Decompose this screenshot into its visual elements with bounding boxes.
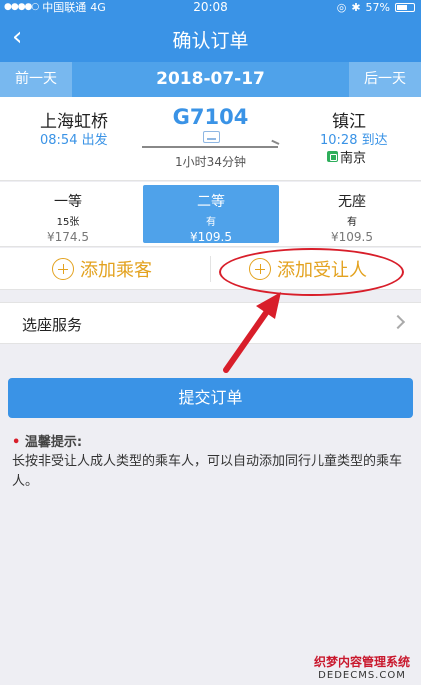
ticket-icon[interactable]: [203, 131, 220, 143]
tip-title: • 温馨提示:: [12, 431, 82, 450]
seat-option-standing[interactable]: 无座 有 ¥109.5: [284, 185, 420, 244]
location-icon: ◎: [336, 0, 347, 14]
seat-service-row[interactable]: 选座服务: [0, 302, 421, 344]
bullet-icon: •: [12, 435, 21, 450]
watermark-line1: 织梦内容管理系统: [313, 655, 410, 669]
route-arrow-icon: [142, 146, 278, 148]
seat-option-first[interactable]: 一等 15张 ¥174.5: [0, 185, 136, 244]
arrival-time: 10:28 到达: [320, 133, 388, 148]
train-info: 上海虹桥 08:54 出发 G7104 1小时34分钟 镇江 10:28 到达 …: [0, 97, 421, 181]
plus-circle-icon: [52, 258, 74, 280]
seat-name: 二等: [197, 194, 225, 210]
departure-time: 08:54 出发: [40, 133, 108, 148]
via-stop: 南京: [327, 147, 366, 166]
seat-service-label: 选座服务: [22, 316, 83, 334]
nav-bar: ‹ 确认订单: [0, 14, 421, 62]
status-right: ◎ ✱ 57%: [337, 0, 415, 14]
seat-count: 有: [206, 217, 216, 228]
via-station: 南京: [340, 151, 367, 166]
seat-price: ¥109.5: [331, 230, 373, 244]
status-bar: ●●●●○ 中国联通 4G 20:08 ◎ ✱ 57%: [0, 0, 421, 14]
date-bar: 前一天 2018-07-17 后一天: [0, 62, 421, 97]
battery-percent: 57%: [365, 0, 390, 14]
seat-price: ¥109.5: [190, 230, 232, 244]
battery-icon: [395, 2, 415, 12]
watermark-logo: 织梦内容管理系统 DEDECMS.COM: [307, 653, 417, 681]
stop-icon: [327, 151, 338, 162]
chevron-right-icon: [390, 314, 406, 330]
seat-name: 无座: [338, 194, 366, 210]
seat-count: 15张: [56, 217, 80, 228]
watermark-line2: DEDECMS.COM: [318, 670, 406, 681]
add-passenger-label: 添加乘客: [80, 260, 152, 281]
page-title: 确认订单: [172, 30, 249, 52]
tip-title-text: 温馨提示:: [24, 435, 83, 450]
add-passenger-button[interactable]: 添加乘客: [52, 248, 152, 290]
prev-day-button[interactable]: 前一天: [0, 62, 72, 97]
bluetooth-icon: ✱: [351, 0, 361, 14]
seat-class-selector: 一等 15张 ¥174.5 二等 有 ¥109.5 无座 有 ¥109.5: [0, 182, 421, 247]
divider: [210, 256, 211, 282]
tip-body: 长按非受让人成人类型的乘车人，可以自动添加同行儿童类型的乘车人。: [12, 454, 403, 489]
seat-price: ¥174.5: [47, 230, 89, 244]
next-day-button[interactable]: 后一天: [349, 62, 421, 97]
submit-order-button[interactable]: 提交订单: [8, 378, 413, 418]
seat-option-second[interactable]: 二等 有 ¥109.5: [143, 185, 279, 244]
seat-count: 有: [347, 217, 357, 228]
annotation-ellipse: [219, 248, 404, 296]
seat-name: 一等: [54, 194, 82, 210]
